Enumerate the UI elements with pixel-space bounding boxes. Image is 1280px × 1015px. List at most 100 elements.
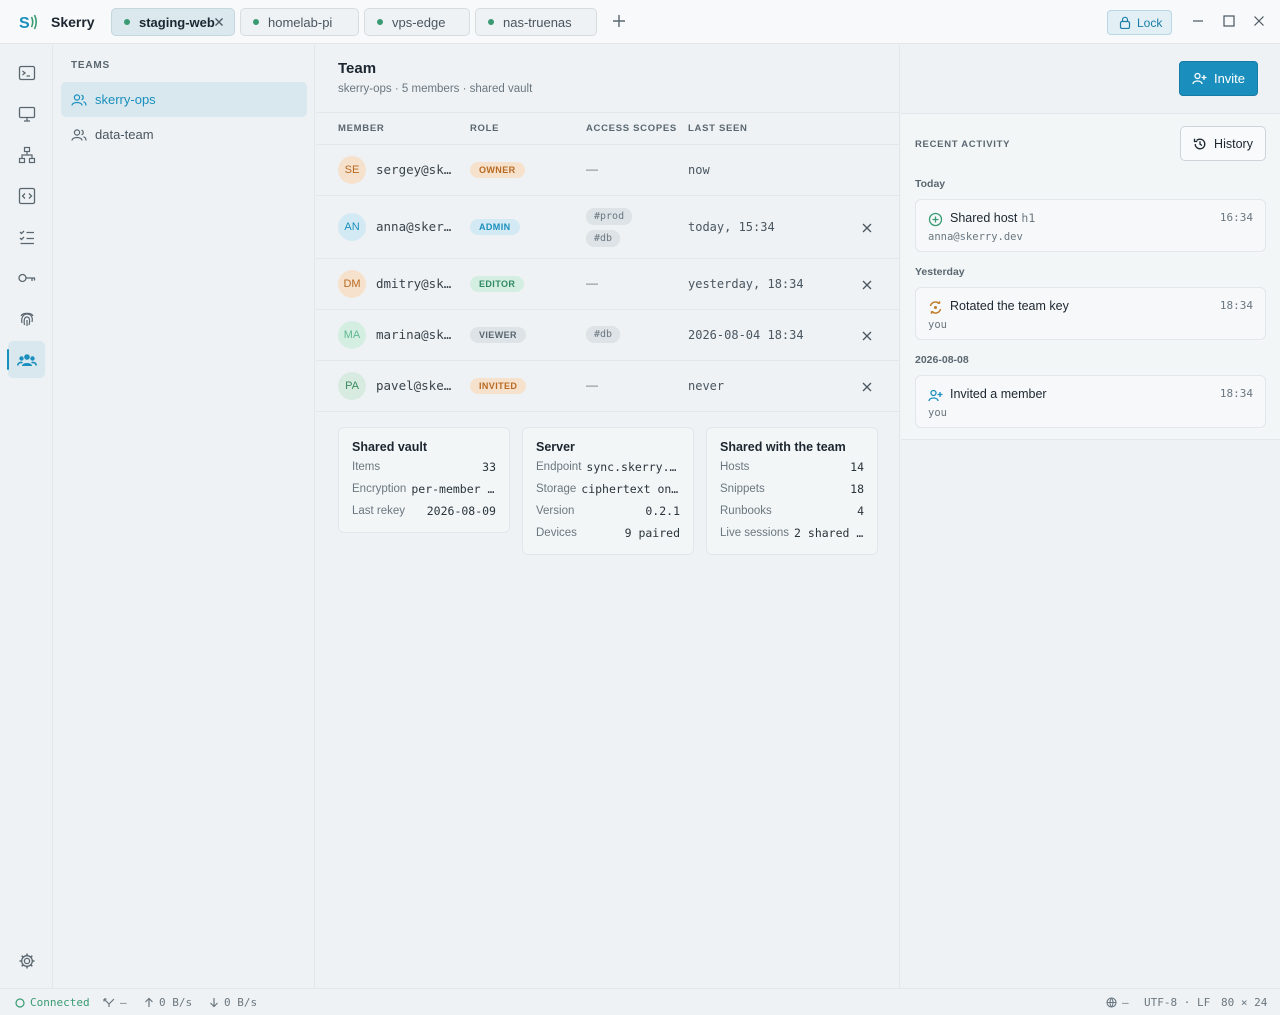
team-item-data-team[interactable]: data-team [61,117,307,152]
card-row: Snippets 18 [720,481,864,497]
plus-icon[interactable] [611,13,627,29]
invite-label: Invite [1213,71,1246,86]
user-plus-icon [928,389,943,402]
tab-nas-truenas[interactable]: nas-truenas [475,8,597,36]
users-icon [71,128,87,141]
card-title: Server [536,440,575,454]
table-row[interactable]: DM dmitry@skerry.dev EDITOR — yesterday,… [316,259,900,310]
card-row: Runbooks 4 [720,503,864,519]
card-row: Items 33 [352,459,496,475]
avatar: DM [338,270,366,298]
invite-button[interactable]: Invite [1179,61,1258,96]
card-key: Hosts [720,461,750,473]
card-value: 4 [857,504,864,518]
activity-event[interactable]: Invited a member you 18:34 [915,375,1266,428]
tab-vps-edge[interactable]: vps-edge [364,8,470,36]
event-actor: anna@skerry.dev [928,231,1023,243]
settings-button[interactable] [8,942,45,979]
card-key: Items [352,461,381,473]
network-icon [18,146,35,163]
status-dot [488,19,494,25]
network-button[interactable] [8,136,45,173]
globe-status[interactable]: — [1106,996,1129,1009]
card-key: Snippets [720,483,765,495]
keys-button[interactable] [8,259,45,296]
minimize-icon[interactable] [1191,14,1205,28]
lock-button[interactable]: Lock [1107,10,1172,35]
avatar: PA [338,372,366,400]
identities-button[interactable] [8,300,45,337]
skerry-logo-icon: S [19,14,38,32]
connection-status: Connected [15,996,90,1009]
checklist-icon [19,230,34,244]
monitor-button[interactable] [8,95,45,132]
encoding[interactable]: UTF-8 · LF [1144,996,1210,1009]
card-row: Devices 9 paired [536,525,680,541]
card-row: Last rekey 2026-08-09 [352,503,496,519]
user-plus-icon [1192,72,1207,85]
table-row[interactable]: SE sergey@skerry.dev OWNER — now [316,145,900,196]
scope-none: — [586,378,598,392]
status-dot [124,19,130,25]
role-badge: EDITOR [470,276,525,292]
history-icon [1193,138,1206,149]
table-row[interactable]: MA marina@skerry.dev VIEWER #db 2026-08-… [316,310,900,361]
team-label: skerry-ops [95,92,156,107]
teams-heading: TEAMS [71,60,110,71]
activity-event[interactable]: Shared host h1 anna@skerry.dev 16:34 [915,199,1266,252]
card-row: Encryption per-member keys [352,481,496,497]
remove-member-icon[interactable] [860,278,874,292]
card-key: Live sessions [720,527,790,539]
globe-icon [1106,997,1117,1008]
event-title: Invited a member [950,387,1047,401]
close-icon[interactable] [212,15,226,29]
card-key: Endpoint [536,461,582,473]
remove-member-icon[interactable] [860,221,874,235]
role-badge: INVITED [470,378,527,394]
tab-homelab-pi[interactable]: homelab-pi [240,8,359,36]
day-label: Yesterday [915,266,965,278]
table-row[interactable]: PA pavel@skerry.dev INVITED — never [316,361,900,412]
role-badge: VIEWER [470,327,526,343]
activity-event[interactable]: Rotated the team key you 18:34 [915,287,1266,340]
card-value: per-member keys [411,482,496,496]
plus-circle-icon [928,212,943,227]
checklist-button[interactable] [8,218,45,255]
card-key: Version [536,505,575,517]
branch-value: — [120,996,127,1009]
globe-value: — [1122,996,1129,1009]
member-email: pavel@skerry.dev [376,378,454,393]
table-row[interactable]: AN anna@skerry.dev ADMIN #prod #db today… [316,196,900,259]
tab-label: staging-web [139,14,215,30]
avatar: MA [338,321,366,349]
team-item-skerry-ops[interactable]: skerry-ops [61,82,307,117]
page-title: Team [338,60,377,77]
role-badge: OWNER [470,162,525,178]
shared-vault-card: Shared vault Items 33 Encryption per-membe… [338,427,510,533]
last-seen: never [688,379,725,393]
terminal-icon [18,65,35,80]
terminal-button[interactable] [8,54,45,91]
event-title: Shared host h1 [950,211,1035,225]
remove-member-icon[interactable] [860,380,874,394]
member-email: sergey@skerry.dev [376,162,454,177]
maximize-icon[interactable] [1222,14,1236,28]
close-window-icon[interactable] [1252,14,1266,28]
team-button[interactable] [7,341,45,378]
tab-label: nas-truenas [503,14,572,30]
card-title: Shared with the team [720,440,846,454]
card-title: Shared vault [352,440,428,454]
remove-member-icon[interactable] [860,329,874,343]
tab-staging-web[interactable]: staging-web [111,8,235,36]
scope-none: — [586,276,598,290]
event-code: h1 [1021,211,1036,225]
code-button[interactable] [8,177,45,214]
history-button[interactable]: History [1180,126,1266,161]
scope-chip: #db [586,230,621,247]
last-seen: yesterday, 18:34 [688,277,804,291]
tab-label: homelab-pi [268,14,333,30]
upload-value: 0 B/s [159,996,193,1009]
day-label: Today [915,178,946,190]
status-bar: Connected — 0 B/s 0 B/s — UTF-8 · LF 80 … [0,988,1280,1015]
avatar: SE [338,156,366,184]
